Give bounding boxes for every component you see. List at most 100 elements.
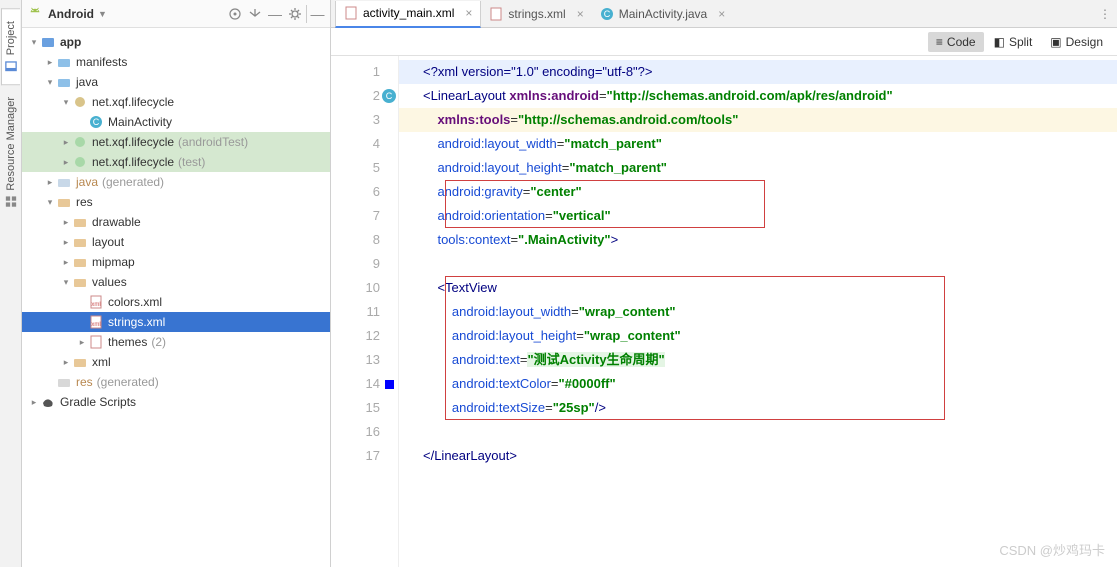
tree-node-layout[interactable]: ▸ layout xyxy=(22,232,330,252)
tree-node-java[interactable]: ▾ java xyxy=(22,72,330,92)
tree-node-values[interactable]: ▾values xyxy=(22,272,330,292)
hide-panel-icon[interactable]: — xyxy=(306,5,324,23)
gear-icon[interactable] xyxy=(286,5,304,23)
code-editor[interactable]: ✓ 1 2C 3 45678910111213 14 151617 <?xml … xyxy=(331,56,1117,567)
tree-node-res-generated[interactable]: res(generated) xyxy=(22,372,330,392)
collapse-all-icon[interactable]: — xyxy=(266,5,284,23)
layout-mode-bar: ≡ Code ◧ Split ▣ Design xyxy=(331,28,1117,56)
xml-file-icon: xml xyxy=(88,314,104,330)
project-panel: Android ▼ — — ▾app ▸manifests ▾java ▾net… xyxy=(22,0,331,567)
tree-suffix: (generated) xyxy=(102,175,164,189)
project-tool-tab[interactable]: Project xyxy=(1,8,20,85)
design-mode-button[interactable]: ▣ Design xyxy=(1042,32,1111,52)
mode-label: Design xyxy=(1066,35,1103,49)
editor-tabs-bar: activity_main.xml × strings.xml × C MainAc… xyxy=(331,0,1117,28)
svg-text:xml: xml xyxy=(91,322,100,328)
mode-label: Code xyxy=(947,35,976,49)
tree-label: xml xyxy=(92,355,111,369)
tree-label: java xyxy=(76,75,98,89)
tree-label: Gradle Scripts xyxy=(60,395,136,409)
chevron-down-icon: ▾ xyxy=(44,197,56,208)
tab-strings[interactable]: strings.xml × xyxy=(481,0,591,27)
tree-node-themes[interactable]: ▸themes(2) xyxy=(22,332,330,352)
split-mode-button[interactable]: ◧ Split xyxy=(986,32,1041,52)
chevron-down-icon: ▾ xyxy=(44,77,56,88)
folder-icon xyxy=(72,274,88,290)
tree-node-res[interactable]: ▾ res xyxy=(22,192,330,212)
chevron-right-icon: ▸ xyxy=(28,397,40,408)
resource-manager-tab[interactable]: Resource Manager xyxy=(2,85,20,220)
tree-node-app[interactable]: ▾app xyxy=(22,32,330,52)
chevron-right-icon: ▸ xyxy=(76,337,88,348)
class-marker-icon[interactable]: C xyxy=(382,89,396,103)
code-content[interactable]: <?xml version="1.0" encoding="utf-8"?> <… xyxy=(399,56,1117,567)
xml-file-icon: xml xyxy=(88,294,104,310)
color-swatch-icon[interactable] xyxy=(385,380,394,389)
xml-file-icon xyxy=(489,7,503,21)
close-icon[interactable]: × xyxy=(465,6,472,20)
tree-node-strings-xml[interactable]: xmlstrings.xml xyxy=(22,312,330,332)
tree-node-manifests[interactable]: ▸manifests xyxy=(22,52,330,72)
close-icon[interactable]: × xyxy=(577,7,584,21)
close-icon[interactable]: × xyxy=(718,7,725,21)
xml-file-icon xyxy=(88,334,104,350)
package-icon xyxy=(72,94,88,110)
project-view-selector[interactable]: Android xyxy=(48,7,94,21)
tree-node-mipmap[interactable]: ▸mipmap xyxy=(22,252,330,272)
split-icon: ◧ xyxy=(994,35,1005,49)
svg-text:xml: xml xyxy=(91,302,100,308)
tree-label: res xyxy=(76,195,93,209)
tab-label: strings.xml xyxy=(508,7,565,21)
tree-suffix: (androidTest) xyxy=(178,135,248,149)
tree-suffix: (generated) xyxy=(97,375,159,389)
select-opened-file-icon[interactable] xyxy=(226,5,244,23)
watermark: CSDN @炒鸡玛卡 xyxy=(999,540,1105,559)
tree-suffix: (test) xyxy=(178,155,205,169)
tree-label: mipmap xyxy=(92,255,135,269)
gradle-icon xyxy=(40,394,56,410)
expand-all-icon[interactable] xyxy=(246,5,264,23)
tree-label: net.xqf.lifecycle xyxy=(92,135,174,149)
code-text: <?xml version="1.0" encoding="utf-8"?> xyxy=(423,64,653,79)
folder-icon xyxy=(72,254,88,270)
package-icon xyxy=(72,134,88,150)
folder-icon xyxy=(72,234,88,250)
tree-node-gradle-scripts[interactable]: ▸ Gradle Scripts xyxy=(22,392,330,412)
tree-node-xml[interactable]: ▸xml xyxy=(22,352,330,372)
resource-manager-label: Resource Manager xyxy=(5,97,17,191)
code-mode-button[interactable]: ≡ Code xyxy=(928,32,984,52)
package-icon xyxy=(72,154,88,170)
chevron-right-icon: ▸ xyxy=(44,177,56,188)
tab-label: activity_main.xml xyxy=(363,6,454,20)
tree-node-package-androidtest[interactable]: ▸net.xqf.lifecycle(androidTest) xyxy=(22,132,330,152)
chevron-right-icon: ▸ xyxy=(60,237,72,248)
design-icon: ▣ xyxy=(1050,35,1061,49)
mode-label: Split xyxy=(1009,35,1032,49)
tree-node-drawable[interactable]: ▸drawable xyxy=(22,212,330,232)
tree-label: values xyxy=(92,275,127,289)
project-tree[interactable]: ▾app ▸manifests ▾java ▾net.xqf.lifecycle… xyxy=(22,28,330,567)
tab-activity-main[interactable]: activity_main.xml × xyxy=(335,1,481,28)
folder-icon xyxy=(56,54,72,70)
resource-manager-icon xyxy=(5,196,17,208)
tree-label: colors.xml xyxy=(108,295,162,309)
tree-label: net.xqf.lifecycle xyxy=(92,155,174,169)
gutter[interactable]: 1 2C 3 45678910111213 14 151617 xyxy=(331,56,399,567)
code-icon: ≡ xyxy=(936,35,943,49)
tree-label: layout xyxy=(92,235,124,249)
tree-node-package[interactable]: ▾net.xqf.lifecycle xyxy=(22,92,330,112)
tree-node-java-generated[interactable]: ▸java(generated) xyxy=(22,172,330,192)
tree-label: net.xqf.lifecycle xyxy=(92,95,174,109)
tree-node-colors-xml[interactable]: xml colors.xml xyxy=(22,292,330,312)
module-icon xyxy=(40,34,56,50)
tree-node-mainactivity[interactable]: C MainActivity xyxy=(22,112,330,132)
android-icon xyxy=(28,7,42,21)
tab-mainactivity[interactable]: C MainActivity.java× xyxy=(592,0,734,27)
tree-node-package-test[interactable]: ▸ net.xqf.lifecycle (test) xyxy=(22,152,330,172)
tree-label: MainActivity xyxy=(108,115,172,129)
class-icon: C xyxy=(600,7,614,21)
tree-label: themes xyxy=(108,335,147,349)
class-icon: C xyxy=(88,114,104,130)
chevron-right-icon: ▸ xyxy=(60,157,72,168)
more-tabs-icon[interactable]: ⋮ xyxy=(1099,7,1111,21)
